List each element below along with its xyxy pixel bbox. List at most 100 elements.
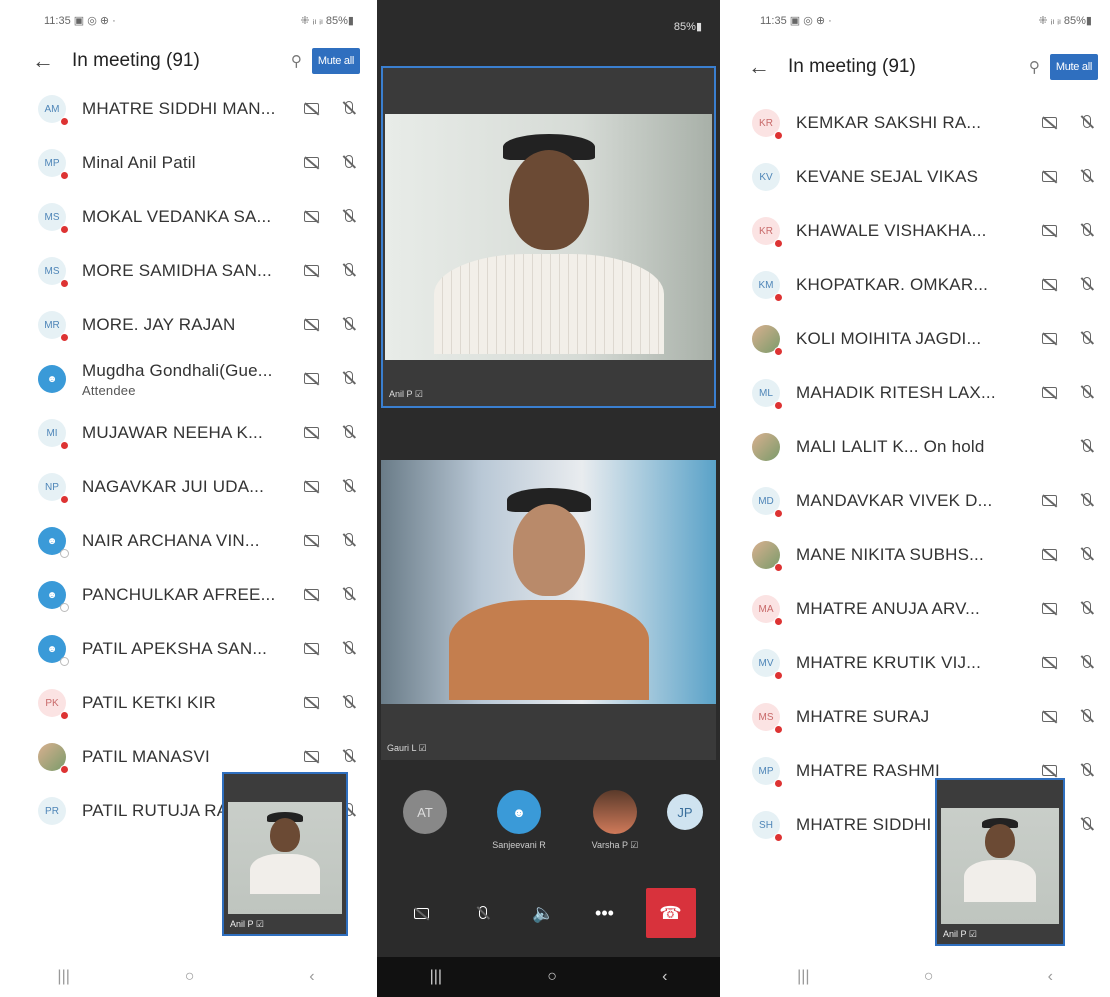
back-arrow-icon[interactable]: ←	[748, 54, 788, 80]
participant-row[interactable]: KOLI MOIHITA JAGDI...	[740, 312, 1110, 366]
video-off-icon[interactable]	[402, 903, 442, 924]
mic-muted-icon[interactable]	[338, 695, 360, 711]
participant-row[interactable]: KM KHOPATKAR. OMKAR...	[740, 258, 1110, 312]
mic-muted-icon[interactable]	[338, 749, 360, 765]
home-button[interactable]: ○	[547, 968, 557, 986]
mic-muted-icon[interactable]	[338, 641, 360, 657]
camera-off-icon	[1038, 493, 1060, 509]
participant-row[interactable]: MI MUJAWAR NEEHA K...	[0, 406, 372, 460]
participant-row[interactable]: KR KHAWALE VISHAKHA...	[740, 204, 1110, 258]
mic-muted-icon[interactable]	[1076, 223, 1098, 239]
participant-row[interactable]: AM MHATRE SIDDHI MAN...	[0, 82, 372, 136]
mic-muted-icon[interactable]	[1076, 655, 1098, 671]
mic-muted-icon[interactable]	[1076, 115, 1098, 131]
speaker-icon[interactable]: 🔈	[524, 903, 564, 924]
participant-row[interactable]: MS MORE SAMIDHA SAN...	[0, 244, 372, 298]
mic-muted-icon[interactable]	[1076, 493, 1098, 509]
mic-muted-icon[interactable]	[1076, 277, 1098, 293]
self-view-pip[interactable]: Anil P ☑	[222, 772, 348, 936]
avatar-initials: NP	[45, 481, 59, 493]
mic-muted-icon[interactable]	[338, 101, 360, 117]
participant-row[interactable]: MA MHATRE ANUJA ARV...	[740, 582, 1110, 636]
status-bar: 11:35 ▣ ◎ ⊕ · ⁜ ᵢₗ ᵢₗ 85%▮	[0, 0, 372, 40]
mic-muted-icon[interactable]	[1076, 331, 1098, 347]
mic-muted-icon[interactable]	[338, 317, 360, 333]
recent-apps-button[interactable]: |||	[57, 968, 69, 986]
participant-row[interactable]: ML MAHADIK RITESH LAX...	[740, 366, 1110, 420]
mute-all-button[interactable]: Mute all	[1049, 54, 1098, 80]
mute-all-button[interactable]: Mute all	[311, 48, 360, 74]
mic-muted-icon[interactable]	[338, 209, 360, 225]
search-icon[interactable]: ⚲	[1029, 58, 1040, 76]
avatar: AM	[38, 95, 69, 126]
participant-name: MAHADIK RITESH LAX...	[796, 383, 996, 402]
avatar-initials: SH	[759, 819, 773, 831]
home-button[interactable]: ○	[924, 968, 934, 986]
camera-off-icon	[300, 371, 322, 387]
search-icon[interactable]: ⚲	[291, 52, 302, 70]
mic-muted-icon[interactable]	[1076, 763, 1098, 779]
participant-row[interactable]: MALI LALIT K... On hold	[740, 420, 1110, 474]
status-dot	[774, 617, 783, 626]
mic-muted-icon[interactable]	[1076, 169, 1098, 185]
participant-row[interactable]: PK PATIL KETKI KIR	[0, 676, 372, 730]
participant-name-block: NAGAVKAR JUI UDA...	[82, 477, 284, 497]
call-controls: 🔈 ••• ☎	[377, 878, 720, 948]
more-options-icon[interactable]: •••	[585, 903, 625, 924]
android-nav-bar: ||| ○ ‹	[377, 957, 720, 997]
thumbnail-avatar[interactable]: AT	[403, 790, 447, 834]
participant-row[interactable]: ☻ PATIL APEKSHA SAN...	[0, 622, 372, 676]
person-figure	[964, 818, 1036, 902]
thumbnail-avatar[interactable]: Varsha P ☑	[592, 790, 638, 850]
participant-row[interactable]: MD MANDAVKAR VIVEK D...	[740, 474, 1110, 528]
participant-row[interactable]: MV MHATRE KRUTIK VIJ...	[740, 636, 1110, 690]
home-button[interactable]: ○	[185, 968, 195, 986]
status-dot	[60, 765, 69, 774]
mic-muted-icon[interactable]	[1076, 817, 1098, 833]
participant-row[interactable]: KR KEMKAR SAKSHI RA...	[740, 96, 1110, 150]
participant-name-block: NAIR ARCHANA VIN...	[82, 531, 284, 551]
nav-back-button[interactable]: ‹	[662, 968, 667, 986]
mic-muted-icon[interactable]	[338, 533, 360, 549]
status-time: 11:35 ▣ ◎ ⊕ ·	[760, 14, 832, 27]
participant-row[interactable]: MANE NIKITA SUBHS...	[740, 528, 1110, 582]
mic-muted-icon[interactable]	[338, 479, 360, 495]
participant-name: MALI LALIT K... On hold	[796, 437, 985, 456]
mic-muted-icon[interactable]	[1076, 709, 1098, 725]
mic-muted-icon[interactable]	[1076, 601, 1098, 617]
mic-muted-icon[interactable]	[338, 263, 360, 279]
participant-list: AM MHATRE SIDDHI MAN... MP Minal Anil Patil…	[0, 82, 372, 838]
mic-muted-icon[interactable]	[463, 903, 503, 924]
mic-muted-icon[interactable]	[338, 425, 360, 441]
recent-apps-button[interactable]: |||	[430, 968, 442, 986]
participant-row[interactable]: ☻ PANCHULKAR AFREE...	[0, 568, 372, 622]
mic-muted-icon[interactable]	[338, 371, 360, 387]
nav-back-button[interactable]: ‹	[1048, 968, 1053, 986]
mic-muted-icon[interactable]	[338, 587, 360, 603]
avatar-initials: MV	[758, 657, 774, 669]
mic-muted-icon[interactable]	[1076, 547, 1098, 563]
participant-row[interactable]: MS MHATRE SURAJ	[740, 690, 1110, 744]
participant-row[interactable]: ☻ Mugdha Gondhali(Gue... Attendee	[0, 352, 372, 406]
second-video-tile[interactable]: Gauri L ☑	[381, 460, 716, 760]
participant-row[interactable]: KV KEVANE SEJAL VIKAS	[740, 150, 1110, 204]
self-view-pip[interactable]: Anil P ☑	[935, 778, 1065, 946]
main-video-tile[interactable]: Anil P ☑	[381, 66, 716, 408]
mic-muted-icon[interactable]	[1076, 439, 1098, 455]
participant-row[interactable]: ☻ NAIR ARCHANA VIN...	[0, 514, 372, 568]
recent-apps-button[interactable]: |||	[797, 968, 809, 986]
camera-off-icon	[1038, 277, 1060, 293]
person-avatar-icon: ☻	[38, 365, 66, 393]
back-arrow-icon[interactable]: ←	[32, 48, 72, 74]
thumbnail-avatar[interactable]: ☻ Sanjeevani R	[492, 790, 546, 850]
participant-row[interactable]: NP NAGAVKAR JUI UDA...	[0, 460, 372, 514]
participant-row[interactable]: MS MOKAL VEDANKA SA...	[0, 190, 372, 244]
mic-muted-icon[interactable]	[1076, 385, 1098, 401]
hang-up-button[interactable]: ☎	[645, 888, 696, 938]
thumbnail-avatar[interactable]: JP	[667, 794, 703, 830]
mic-muted-icon[interactable]	[338, 155, 360, 171]
participant-row[interactable]: MP Minal Anil Patil	[0, 136, 372, 190]
nav-back-button[interactable]: ‹	[309, 968, 314, 986]
participant-row[interactable]: MR MORE. JAY RAJAN	[0, 298, 372, 352]
participant-name-block: KHOPATKAR. OMKAR...	[796, 275, 1022, 295]
